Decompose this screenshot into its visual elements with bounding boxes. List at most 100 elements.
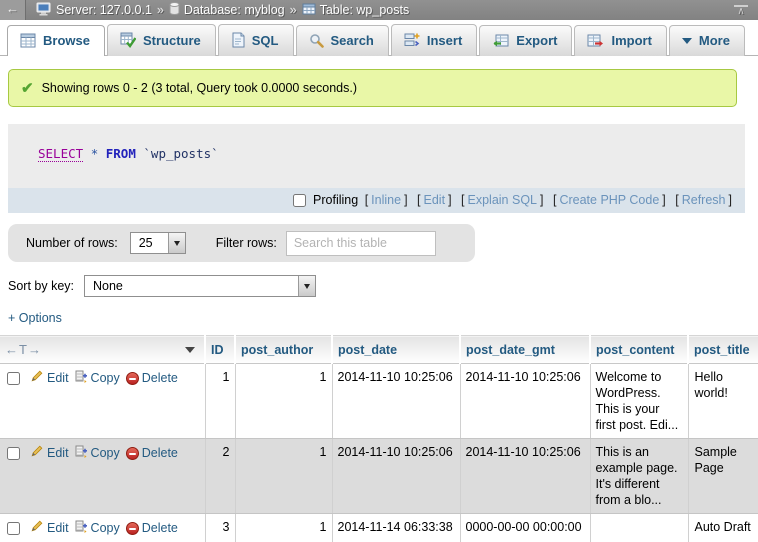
rows-filter-panel: Number of rows: 25 Filter rows: bbox=[8, 224, 475, 262]
select-dropdown-button[interactable] bbox=[168, 233, 185, 253]
query-box: SELECT * FROM `wp_posts` Profiling [Inli… bbox=[8, 124, 745, 213]
tab-search[interactable]: Search bbox=[296, 25, 389, 56]
edit-query-link[interactable]: Edit bbox=[424, 193, 446, 207]
sort-by-key-select[interactable]: None bbox=[84, 275, 316, 297]
sql-table-identifier: `wp_posts` bbox=[143, 146, 218, 161]
sql-keyword-select-link[interactable]: SELECT bbox=[38, 146, 83, 162]
structure-icon bbox=[120, 32, 136, 48]
tab-structure[interactable]: Structure bbox=[107, 24, 216, 56]
breadcrumb: Server: 127.0.0.1 » Database: myblog » T… bbox=[36, 2, 734, 19]
create-php-code-link[interactable]: Create PHP Code bbox=[559, 193, 659, 207]
copy-icon bbox=[75, 519, 88, 537]
copy-row-link[interactable]: Copy bbox=[75, 444, 120, 462]
sort-by-key-row: Sort by key: None bbox=[8, 275, 758, 297]
select-dropdown-button[interactable] bbox=[298, 276, 315, 296]
insert-icon bbox=[404, 32, 420, 48]
delete-row-link[interactable]: Delete bbox=[126, 520, 178, 536]
chevron-down-icon bbox=[174, 241, 180, 246]
cell-post-content[interactable]: Welcome to WordPress. This is your first… bbox=[590, 364, 688, 439]
cell-post-date[interactable]: 2014-11-10 10:25:06 bbox=[332, 364, 460, 439]
cell-id[interactable]: 1 bbox=[205, 364, 235, 439]
tab-export[interactable]: Export bbox=[479, 25, 572, 56]
row-checkbox[interactable] bbox=[7, 447, 20, 460]
server-icon bbox=[36, 2, 52, 19]
breadcrumb-table[interactable]: Table: wp_posts bbox=[302, 3, 410, 18]
cell-post-author[interactable]: 1 bbox=[235, 514, 332, 542]
results-table: ←T→ ID post_author post_date post_date_g… bbox=[0, 335, 758, 542]
success-check-icon: ✔ bbox=[21, 79, 34, 97]
refresh-link[interactable]: Refresh bbox=[682, 193, 726, 207]
column-header-post-author[interactable]: post_author bbox=[235, 336, 332, 364]
cell-post-author[interactable]: 1 bbox=[235, 364, 332, 439]
row-checkbox[interactable] bbox=[7, 522, 20, 535]
row-checkbox[interactable] bbox=[7, 372, 20, 385]
copy-row-link[interactable]: Copy bbox=[75, 519, 120, 537]
column-reorder-arrows[interactable]: ←T→ bbox=[5, 342, 42, 357]
tab-browse[interactable]: Browse bbox=[7, 25, 105, 56]
back-button[interactable]: ← bbox=[0, 0, 26, 20]
filter-rows-label: Filter rows: bbox=[216, 236, 277, 250]
edit-row-link[interactable]: Edit bbox=[30, 444, 69, 462]
edit-row-link[interactable]: Edit bbox=[30, 519, 69, 537]
profiling-checkbox[interactable] bbox=[293, 194, 306, 207]
column-header-post-date[interactable]: post_date bbox=[332, 336, 460, 364]
sql-icon bbox=[231, 32, 245, 48]
cell-post-title[interactable]: Hello world! bbox=[688, 364, 758, 439]
tab-insert[interactable]: Insert bbox=[391, 24, 477, 56]
import-icon bbox=[587, 34, 604, 48]
delete-icon bbox=[126, 447, 139, 460]
cell-post-content[interactable]: This is an example page. It's different … bbox=[590, 439, 688, 514]
success-message-text: Showing rows 0 - 2 (3 total, Query took … bbox=[42, 81, 357, 95]
breadcrumb-database[interactable]: Database: myblog bbox=[169, 2, 285, 18]
options-toggle-link[interactable]: + Options bbox=[8, 311, 62, 325]
inline-link[interactable]: Inline bbox=[371, 193, 401, 207]
sql-star: * bbox=[91, 146, 99, 161]
tab-bar: Browse Structure SQL Search Insert Expor… bbox=[0, 20, 758, 56]
cell-post-title[interactable]: Sample Page bbox=[688, 439, 758, 514]
sql-query: SELECT * FROM `wp_posts` bbox=[8, 124, 745, 188]
filter-rows-input[interactable] bbox=[286, 231, 436, 256]
column-header-post-date-gmt[interactable]: post_date_gmt bbox=[460, 336, 590, 364]
cell-post-date-gmt[interactable]: 2014-11-10 10:25:06 bbox=[460, 364, 590, 439]
browse-icon bbox=[20, 33, 36, 48]
delete-icon bbox=[126, 522, 139, 535]
cell-post-date[interactable]: 2014-11-14 06:33:38 bbox=[332, 514, 460, 542]
chevron-down-icon bbox=[304, 284, 310, 289]
edit-row-link[interactable]: Edit bbox=[30, 369, 69, 387]
breadcrumb-server[interactable]: Server: 127.0.0.1 bbox=[36, 2, 152, 19]
delete-icon bbox=[126, 372, 139, 385]
cell-post-date-gmt[interactable]: 2014-11-10 10:25:06 bbox=[460, 439, 590, 514]
cell-post-content[interactable] bbox=[590, 514, 688, 542]
copy-row-link[interactable]: Copy bbox=[75, 369, 120, 387]
delete-row-link[interactable]: Delete bbox=[126, 370, 178, 386]
cell-post-date[interactable]: 2014-11-10 10:25:06 bbox=[332, 439, 460, 514]
cell-post-author[interactable]: 1 bbox=[235, 439, 332, 514]
database-icon bbox=[169, 2, 180, 18]
export-icon bbox=[492, 34, 509, 48]
collapse-topmenu-icon[interactable]: ∧ bbox=[734, 5, 748, 16]
breadcrumb-separator: » bbox=[157, 3, 164, 17]
tab-import[interactable]: Import bbox=[574, 25, 666, 56]
table-row: Edit Copy Delete 2 1 2014-11-10 10:25:06… bbox=[0, 439, 758, 514]
table-row: Edit Copy Delete 1 1 2014-11-10 10:25:06… bbox=[0, 364, 758, 439]
column-header-post-title[interactable]: post_title bbox=[688, 336, 758, 364]
delete-row-link[interactable]: Delete bbox=[126, 445, 178, 461]
copy-icon bbox=[75, 444, 88, 462]
cell-id[interactable]: 3 bbox=[205, 514, 235, 542]
cell-id[interactable]: 2 bbox=[205, 439, 235, 514]
column-header-id[interactable]: ID bbox=[205, 336, 235, 364]
pencil-icon bbox=[30, 519, 44, 537]
row-options-caret-icon[interactable] bbox=[185, 347, 195, 353]
cell-post-date-gmt[interactable]: 0000-00-00 00:00:00 bbox=[460, 514, 590, 542]
copy-icon bbox=[75, 369, 88, 387]
explain-sql-link[interactable]: Explain SQL bbox=[468, 193, 537, 207]
tab-more[interactable]: More bbox=[669, 25, 745, 56]
success-message: ✔ Showing rows 0 - 2 (3 total, Query too… bbox=[8, 69, 737, 107]
table-header-row: ←T→ ID post_author post_date post_date_g… bbox=[0, 336, 758, 364]
number-of-rows-label: Number of rows: bbox=[26, 236, 118, 250]
profiling-label: Profiling bbox=[313, 193, 358, 207]
column-header-post-content[interactable]: post_content bbox=[590, 336, 688, 364]
tab-sql[interactable]: SQL bbox=[218, 24, 294, 56]
number-of-rows-select[interactable]: 25 bbox=[130, 232, 186, 254]
cell-post-title[interactable]: Auto Draft bbox=[688, 514, 758, 542]
